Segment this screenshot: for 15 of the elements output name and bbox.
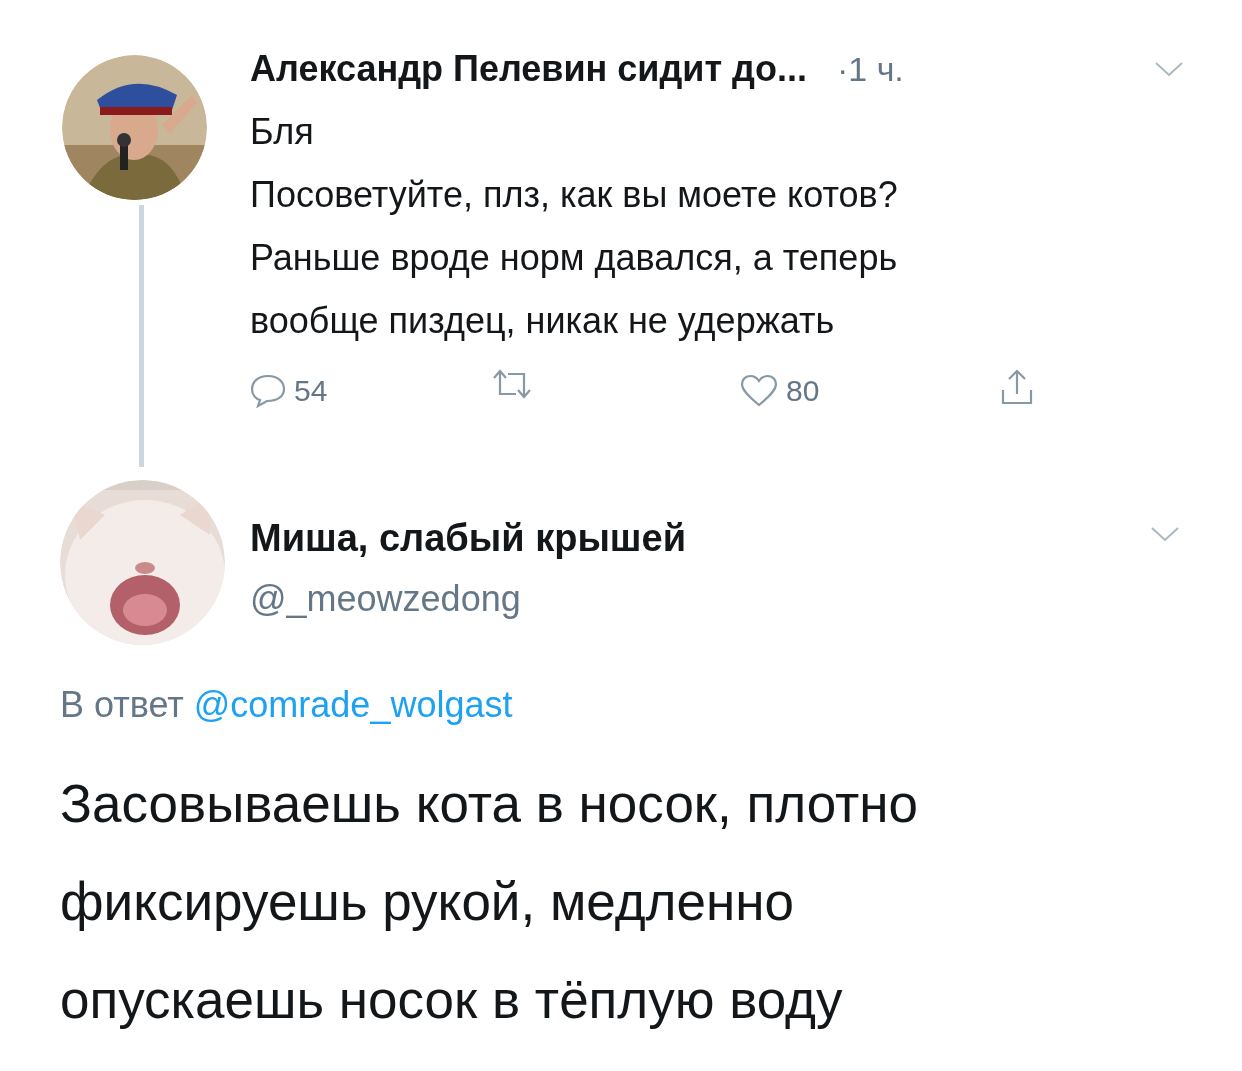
tweet-text: Бля Посоветуйте, плз, как вы моете котов? Раньше вроде норм давался, а теперь вообще пиздец, никак не удержать: [250, 110, 899, 343]
reply-context: В ответ @comrade_wolgast: [60, 683, 513, 727]
chevron-down-icon[interactable]: [1150, 525, 1180, 543]
author-name[interactable]: Миша, слабый крышей: [250, 510, 687, 567]
share-icon[interactable]: [1000, 368, 1034, 406]
chevron-down-icon[interactable]: [1154, 60, 1184, 78]
retweet-icon[interactable]: [490, 368, 534, 400]
heart-icon[interactable]: [740, 373, 778, 408]
speech-bubble-icon[interactable]: [250, 373, 286, 408]
author-name[interactable]: Александр Пелевин сидит до...: [250, 42, 807, 96]
user-handle[interactable]: @_meowzedong: [250, 572, 521, 626]
count-label: 54: [294, 373, 328, 409]
tweet-text: Засовываешь кота в носок, плотно фиксируешь рукой, медленно опускаешь носок в тёплую воду: [60, 773, 920, 1031]
count-label: 80: [786, 373, 820, 409]
timestamp: ·1 ч.: [836, 48, 904, 90]
